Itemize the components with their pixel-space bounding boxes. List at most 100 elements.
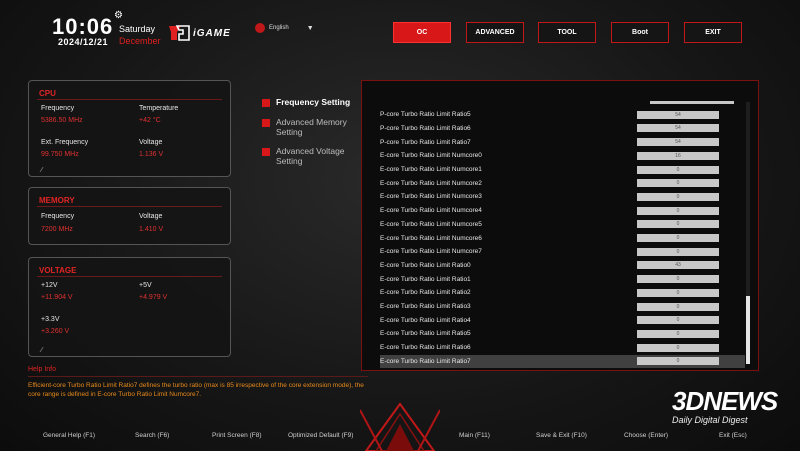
footer-choose[interactable]: Choose (Enter) — [624, 432, 668, 439]
setting-value-field[interactable]: 0 — [637, 275, 719, 284]
clock-date: 2024/12/21 — [58, 37, 109, 47]
dropdown-arrow-icon: ▼ — [306, 24, 314, 32]
setting-row[interactable]: E-core Turbo Ratio Limit Numcore6 0 — [380, 231, 745, 245]
setting-row[interactable]: E-core Turbo Ratio Limit Numcore7 0 — [380, 245, 745, 259]
scrollbar-thumb[interactable] — [746, 296, 750, 364]
setting-row[interactable]: E-core Turbo Ratio Limit Ratio1 0 — [380, 272, 745, 286]
setting-label: E-core Turbo Ratio Limit Ratio7 — [380, 357, 471, 365]
divider — [37, 99, 222, 100]
language-value: English — [269, 25, 289, 31]
setting-value-field[interactable]: 54 — [637, 138, 719, 147]
setting-row[interactable]: P-core Turbo Ratio Limit Ratio7 54 — [380, 135, 745, 149]
submenu-frequency-setting[interactable]: Frequency Setting — [262, 97, 366, 107]
setting-row[interactable]: E-core Turbo Ratio Limit Numcore2 0 — [380, 177, 745, 191]
v33-value: +3.260 V — [41, 328, 70, 335]
setting-label: E-core Turbo Ratio Limit Ratio4 — [380, 316, 471, 324]
v33-label: +3.3V — [41, 316, 60, 323]
divider — [37, 276, 222, 277]
submenu-advanced-memory-setting[interactable]: Advanced Memory Setting — [262, 117, 358, 137]
footer-print-screen[interactable]: Print Screen (F8) — [212, 432, 262, 439]
footer-save-exit[interactable]: Save & Exit (F10) — [536, 432, 587, 439]
setting-value-field[interactable]: 0 — [637, 220, 719, 229]
setting-row[interactable]: E-core Turbo Ratio Limit Ratio4 0 — [380, 314, 745, 328]
setting-label: E-core Turbo Ratio Limit Numcore1 — [380, 166, 482, 174]
setting-label: E-core Turbo Ratio Limit Ratio5 — [380, 330, 471, 338]
setting-row[interactable]: E-core Turbo Ratio Limit Numcore5 0 — [380, 218, 745, 232]
cpu-frequency-value: 5386.50 MHz — [41, 117, 83, 124]
help-divider — [28, 376, 368, 377]
setting-value-field[interactable]: 0 — [637, 179, 719, 188]
setting-value-field[interactable]: 0 — [637, 206, 719, 215]
gear-icon[interactable]: ⚙ — [114, 10, 123, 21]
footer-general-help[interactable]: General Help (F1) — [43, 432, 95, 439]
setting-label: E-core Turbo Ratio Limit Ratio6 — [380, 344, 471, 352]
decor-stripes: ⁄⁄⁄⁄ — [41, 167, 42, 174]
tab-tool-label: TOOL — [557, 29, 577, 36]
setting-value-field[interactable]: 43 — [637, 261, 719, 270]
memory-voltage-label: Voltage — [139, 213, 163, 220]
tab-oc[interactable]: OC — [393, 22, 451, 43]
tab-tool[interactable]: TOOL — [538, 22, 596, 43]
setting-label: E-core Turbo Ratio Limit Ratio1 — [380, 275, 471, 283]
v5-value: +4.979 V — [139, 294, 168, 301]
setting-value-field[interactable]: 0 — [637, 247, 719, 256]
cpu-voltage-value: 1.136 V — [139, 151, 164, 158]
submenu-advanced-voltage-setting[interactable]: Advanced Voltage Setting — [262, 146, 358, 166]
setting-value-field[interactable]: 0 — [637, 302, 719, 311]
setting-row[interactable]: E-core Turbo Ratio Limit Numcore0 16 — [380, 149, 745, 163]
setting-value-field[interactable]: 0 — [637, 329, 719, 338]
tab-advanced[interactable]: ADVANCED — [466, 22, 524, 43]
setting-label: E-core Turbo Ratio Limit Numcore3 — [380, 193, 482, 201]
brand-logo: iGAME — [167, 22, 237, 44]
setting-value-field[interactable]: 0 — [637, 192, 719, 201]
help-text: Efficient-core Turbo Ratio Limit Ratio7 … — [28, 382, 364, 398]
submenu-label: Frequency Setting — [276, 97, 351, 107]
setting-value-field[interactable]: 0 — [637, 343, 719, 352]
setting-value-field[interactable]: 54 — [637, 110, 719, 119]
setting-label: E-core Turbo Ratio Limit Numcore6 — [380, 234, 482, 242]
footer-search[interactable]: Search (F6) — [135, 432, 169, 439]
footer-exit[interactable]: Exit (Esc) — [719, 432, 747, 439]
setting-row[interactable]: E-core Turbo Ratio Limit Ratio3 0 — [380, 300, 745, 314]
setting-row[interactable]: E-core Turbo Ratio Limit Ratio5 0 — [380, 327, 745, 341]
setting-value-field[interactable]: 16 — [637, 151, 719, 160]
setting-row[interactable]: E-core Turbo Ratio Limit Ratio2 0 — [380, 286, 745, 300]
setting-label: P-core Turbo Ratio Limit Ratio7 — [380, 138, 471, 146]
setting-row[interactable]: E-core Turbo Ratio Limit Numcore1 0 — [380, 163, 745, 177]
setting-row[interactable]: E-core Turbo Ratio Limit Numcore4 0 — [380, 204, 745, 218]
cpu-temperature-value: +42 °C — [139, 117, 161, 124]
setting-label: E-core Turbo Ratio Limit Numcore5 — [380, 220, 482, 228]
submenu-label: Advanced Voltage Setting — [276, 146, 345, 166]
cpu-temperature-label: Temperature — [139, 105, 179, 112]
setting-label: E-core Turbo Ratio Limit Ratio0 — [380, 261, 471, 269]
setting-label: P-core Turbo Ratio Limit Ratio6 — [380, 124, 471, 132]
setting-row[interactable]: E-core Turbo Ratio Limit Numcore3 0 — [380, 190, 745, 204]
setting-row[interactable]: E-core Turbo Ratio Limit Ratio0 43 — [380, 259, 745, 273]
setting-label: E-core Turbo Ratio Limit Numcore0 — [380, 152, 482, 160]
divider — [37, 206, 222, 207]
footer-main[interactable]: Main (F11) — [459, 432, 490, 439]
tab-exit[interactable]: EXIT — [684, 22, 742, 43]
setting-value-field[interactable]: 0 — [637, 316, 719, 325]
setting-row[interactable]: P-core Turbo Ratio Limit Ratio6 54 — [380, 122, 745, 136]
language-select[interactable]: English ▼ — [255, 22, 314, 34]
voltage-title: VOLTAGE — [39, 266, 77, 275]
v12-value: +11.904 V — [41, 294, 73, 301]
footer-optimized-default[interactable]: Optimized Default (F9) — [288, 432, 353, 439]
setting-value-field[interactable]: 54 — [637, 124, 719, 133]
setting-row[interactable]: P-core Turbo Ratio Limit Ratio5 54 — [380, 108, 745, 122]
setting-value-field[interactable]: 0 — [637, 234, 719, 243]
bullet-icon — [262, 99, 270, 107]
setting-row[interactable]: E-core Turbo Ratio Limit Ratio6 0 — [380, 341, 745, 355]
setting-row[interactable]: E-core Turbo Ratio Limit Ratio7 0 — [380, 354, 745, 369]
month: December — [119, 36, 161, 46]
setting-value-field[interactable]: 0 — [637, 357, 719, 366]
setting-label: E-core Turbo Ratio Limit Ratio2 — [380, 289, 471, 297]
setting-value-field[interactable]: 0 — [637, 288, 719, 297]
setting-label: P-core Turbo Ratio Limit Ratio5 — [380, 111, 471, 119]
watermark: 3DNEWS Daily Digital Digest — [672, 386, 778, 425]
setting-value-field[interactable]: 0 — [637, 165, 719, 174]
setting-label: E-core Turbo Ratio Limit Ratio3 — [380, 303, 471, 311]
tab-boot[interactable]: Boot — [611, 22, 669, 43]
weekday: Saturday — [119, 24, 156, 34]
